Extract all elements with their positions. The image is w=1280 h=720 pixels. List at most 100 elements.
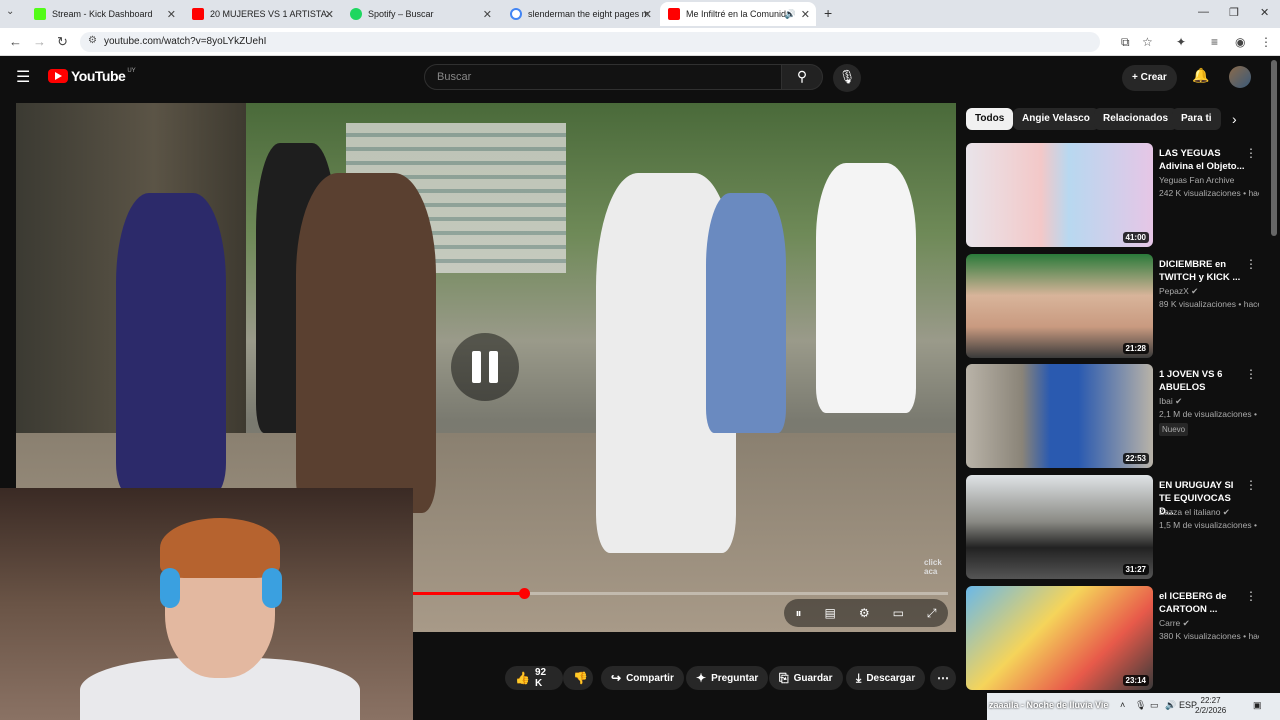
chip-angie-velasco[interactable]: Angie Velasco <box>1013 108 1099 130</box>
channel-name[interactable]: Zazza el italiano ✔ <box>1159 507 1259 518</box>
video-title[interactable]: 1 JOVEN VS 6 ABUELOS <box>1159 368 1247 394</box>
settings-gear-icon[interactable]: ⚙ <box>859 606 870 620</box>
minimize-button[interactable]: — <box>1198 6 1209 18</box>
video-thumbnail[interactable]: 21:28 <box>966 254 1153 358</box>
autoplay-toggle-icon[interactable]: ⏸ <box>795 606 801 621</box>
video-watermark: click aca <box>924 558 942 576</box>
fullscreen-icon[interactable]: ⤢ <box>927 606 937 621</box>
browser-tab-bar: ⌄ Stream - Kick Dashboard ✕ 20 MUJERES V… <box>0 0 1280 28</box>
media-control-icon[interactable]: ≡ <box>1211 35 1218 49</box>
save-button[interactable]: ⎘ Guardar <box>769 666 843 690</box>
more-vert-icon[interactable]: ⋮ <box>1245 257 1257 271</box>
scrubber-handle[interactable] <box>518 588 530 599</box>
related-video-card[interactable]: 31:27 EN URUGUAY SI TE EQUIVOCAS D... Za… <box>966 475 1266 579</box>
youtube-logo[interactable]: YouTube UY <box>48 68 136 84</box>
new-badge: Nuevo <box>1159 423 1189 436</box>
close-icon[interactable]: ✕ <box>643 8 652 21</box>
close-icon[interactable]: ✕ <box>325 8 334 21</box>
chevron-up-icon[interactable]: ˄ <box>1120 700 1125 710</box>
profile-icon[interactable]: ◉ <box>1235 35 1245 49</box>
search-button[interactable]: ⚲ <box>781 64 823 90</box>
duration-badge: 21:28 <box>1122 343 1149 354</box>
bookmark-star-icon[interactable]: ☆ <box>1142 35 1153 49</box>
reload-icon[interactable]: ↻ <box>57 34 68 50</box>
like-button[interactable]: 👍 92 K <box>505 666 563 690</box>
more-vert-icon[interactable]: ⋮ <box>1245 589 1257 603</box>
related-video-card[interactable]: 23:14 el ICEBERG de CARTOON ... Carre ✔ … <box>966 586 1266 690</box>
close-icon[interactable]: ✕ <box>801 8 810 21</box>
extensions-icon[interactable]: ✦ <box>1176 35 1186 49</box>
video-thumbnail[interactable]: 22:53 <box>966 364 1153 468</box>
download-button[interactable]: ⤓ Descargar <box>846 666 926 690</box>
speaker-icon[interactable]: 🔊 <box>785 9 796 20</box>
view-count: 2,1 M de visualizaciones • hace <box>1159 409 1259 419</box>
hamburger-menu-icon[interactable]: ☰ <box>16 67 30 87</box>
create-button[interactable]: + Crear <box>1122 65 1177 91</box>
now-playing-text: zaaaila - Noche de lluvia Vie <box>989 700 1109 710</box>
tab-google[interactable]: slenderman the eight pages ma ✕ <box>502 2 658 26</box>
volume-icon[interactable]: 🔊 <box>1165 700 1176 711</box>
install-icon[interactable]: ⧉ <box>1121 35 1130 50</box>
related-video-card[interactable]: 22:53 1 JOVEN VS 6 ABUELOS Ibai ✔ 2,1 M … <box>966 364 1266 468</box>
tab-kick[interactable]: Stream - Kick Dashboard ✕ <box>26 2 182 26</box>
youtube-header: ☰ YouTube UY Buscar ⚲ 🎙 + Crear 🔔 <box>0 57 1280 97</box>
video-thumbnail[interactable]: 23:14 <box>966 586 1153 690</box>
video-thumbnail[interactable]: 31:27 <box>966 475 1153 579</box>
video-thumbnail[interactable]: 41:00 <box>966 143 1153 247</box>
verified-icon: ✔ <box>1175 396 1183 406</box>
close-icon[interactable]: ✕ <box>483 8 492 21</box>
avatar[interactable] <box>1229 66 1251 88</box>
more-vert-icon[interactable]: ⋮ <box>1245 146 1257 160</box>
channel-name[interactable]: Ibai ✔ <box>1159 396 1259 407</box>
tab-youtube-active[interactable]: Me Infiltré en la Comunidad 🔊 ✕ <box>660 2 816 26</box>
tab-spotify[interactable]: Spotify – Buscar ✕ <box>342 2 498 26</box>
spotify-icon <box>350 8 362 20</box>
related-video-card[interactable]: 21:28 DICIEMBRE en TWITCH y KICK ... Pep… <box>966 254 1266 358</box>
chip-relacionados[interactable]: Relacionados <box>1094 108 1178 130</box>
more-vert-icon[interactable]: ⋮ <box>1245 367 1257 381</box>
ask-button[interactable]: ✦ Preguntar <box>686 666 769 690</box>
chip-para-ti[interactable]: Para ti <box>1172 108 1221 130</box>
url-field[interactable]: ⚙ youtube.com/watch?v=8yoLYkZUehI <box>80 32 1100 52</box>
subtitles-icon[interactable]: ▤ <box>824 606 835 620</box>
page-scrollbar[interactable] <box>1271 60 1277 236</box>
channel-name[interactable]: Yeguas Fan Archive <box>1159 175 1259 185</box>
close-window-button[interactable]: ✕ <box>1260 6 1269 19</box>
tab-search-icon[interactable]: ⌄ <box>6 6 14 17</box>
new-tab-button[interactable]: + <box>824 5 832 21</box>
theater-mode-icon[interactable]: ▭ <box>893 606 904 620</box>
view-count: 1,5 M de visualizaciones • hace <box>1159 520 1259 530</box>
webcam-overlay <box>0 488 413 720</box>
video-title[interactable]: el ICEBERG de CARTOON ... <box>1159 590 1247 616</box>
notification-center-icon[interactable]: ▣ <box>1253 700 1262 711</box>
system-clock[interactable]: 22:27 2/2/2026 <box>1195 696 1226 716</box>
channel-name[interactable]: PepazX ✔ <box>1159 286 1259 297</box>
search-icon: ⚲ <box>796 68 808 84</box>
site-info-icon[interactable]: ⚙ <box>88 35 97 46</box>
browser-menu-icon[interactable]: ⋮ <box>1260 35 1272 49</box>
share-button[interactable]: ↪ Compartir <box>601 666 684 690</box>
maximize-button[interactable]: ❐ <box>1229 6 1239 19</box>
download-icon: ⤓ <box>856 670 862 685</box>
close-icon[interactable]: ✕ <box>167 8 176 21</box>
chip-todos[interactable]: Todos <box>966 108 1014 130</box>
notifications-bell-icon[interactable]: 🔔 <box>1192 67 1209 84</box>
more-vert-icon[interactable]: ⋮ <box>1245 478 1257 492</box>
pause-icon[interactable] <box>451 333 519 401</box>
chevron-right-icon[interactable]: › <box>1232 111 1237 127</box>
network-icon[interactable]: ▭ <box>1150 700 1159 711</box>
sparkle-icon: ✦ <box>696 671 707 685</box>
view-count: 89 K visualizaciones • hace <box>1159 299 1259 309</box>
more-actions-button[interactable]: ⋯ <box>930 666 956 690</box>
video-title[interactable]: DICIEMBRE en TWITCH y KICK ... <box>1159 258 1247 284</box>
video-title[interactable]: LAS YEGUAS Adivina el Objeto... <box>1159 147 1247 173</box>
related-video-card[interactable]: 41:00 LAS YEGUAS Adivina el Objeto... Ye… <box>966 143 1266 247</box>
voice-search-button[interactable]: 🎙 <box>833 64 861 92</box>
tab-youtube-1[interactable]: 20 MUJERES VS 1 ARTISTA: BHA ✕ <box>184 2 340 26</box>
channel-name[interactable]: Carre ✔ <box>1159 618 1259 629</box>
mic-tray-icon[interactable]: 🎙 <box>1135 700 1146 711</box>
dislike-button[interactable]: 👎 <box>563 666 593 690</box>
forward-icon[interactable]: → <box>33 34 46 49</box>
search-input[interactable]: Buscar <box>424 64 782 90</box>
back-icon[interactable]: ← <box>9 34 22 49</box>
